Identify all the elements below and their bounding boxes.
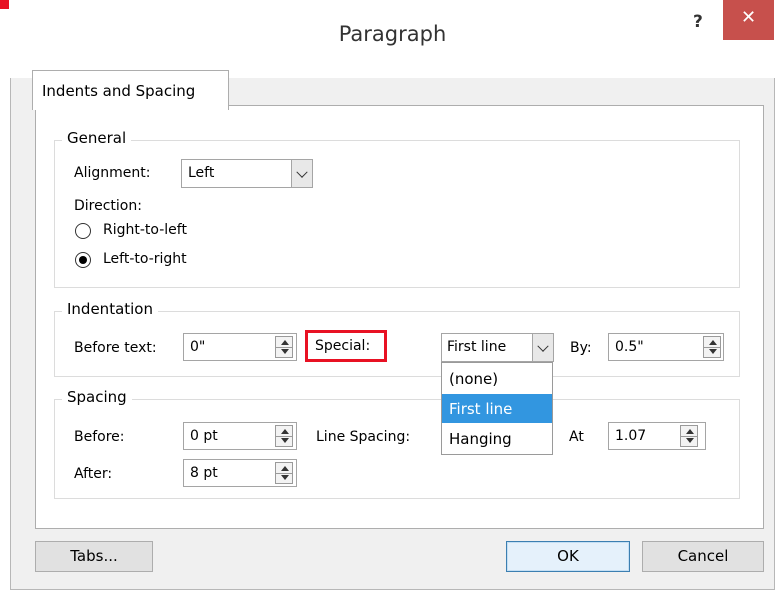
rtl-label[interactable]: Right-to-left	[103, 222, 187, 238]
corner-marker	[0, 0, 9, 9]
chevron-down-icon[interactable]	[532, 334, 553, 361]
by-spinner[interactable]	[703, 336, 721, 358]
at-label: At	[569, 429, 584, 445]
ltr-radio[interactable]	[75, 252, 91, 268]
alignment-select[interactable]: Left	[181, 159, 313, 188]
general-group-label: General	[62, 129, 132, 147]
tab-label: Indents and Spacing	[42, 82, 196, 100]
before-label: Before:	[74, 429, 125, 445]
ltr-label[interactable]: Left-to-right	[103, 251, 187, 267]
alignment-value: Left	[188, 165, 215, 181]
before-spinner[interactable]	[275, 425, 293, 447]
rtl-radio[interactable]	[75, 223, 91, 239]
title-bar: Paragraph ? ✕	[10, 0, 775, 78]
option-hanging[interactable]: Hanging	[442, 424, 552, 453]
at-spinner[interactable]	[680, 425, 698, 447]
help-button[interactable]: ?	[693, 12, 709, 36]
line-spacing-label: Line Spacing:	[316, 429, 411, 445]
after-label: After:	[74, 466, 113, 482]
special-value: First line	[447, 339, 507, 355]
option-none[interactable]: (none)	[442, 364, 552, 393]
ok-button[interactable]: OK	[506, 541, 630, 572]
special-dropdown-list: (none) First line Hanging	[441, 362, 553, 455]
indentation-group-label: Indentation	[62, 300, 158, 318]
alignment-label: Alignment:	[74, 165, 151, 181]
spacing-group-label: Spacing	[62, 388, 132, 406]
special-label: Special:	[315, 338, 371, 354]
option-first-line[interactable]: First line	[442, 394, 552, 423]
window-title: Paragraph	[338, 22, 447, 46]
special-select[interactable]: First line	[441, 333, 554, 362]
close-button[interactable]: ✕	[723, 0, 774, 40]
after-spinner[interactable]	[275, 462, 293, 484]
direction-label: Direction:	[74, 198, 142, 214]
cancel-button[interactable]: Cancel	[642, 541, 764, 572]
before-text-spinner[interactable]	[275, 336, 293, 358]
by-label: By:	[570, 340, 592, 356]
chevron-down-icon[interactable]	[291, 160, 312, 187]
before-text-label: Before text:	[74, 340, 157, 356]
close-icon: ✕	[740, 7, 757, 28]
tab-indents-and-spacing[interactable]: Indents and Spacing	[32, 70, 229, 110]
tabs-button[interactable]: Tabs...	[35, 541, 153, 572]
